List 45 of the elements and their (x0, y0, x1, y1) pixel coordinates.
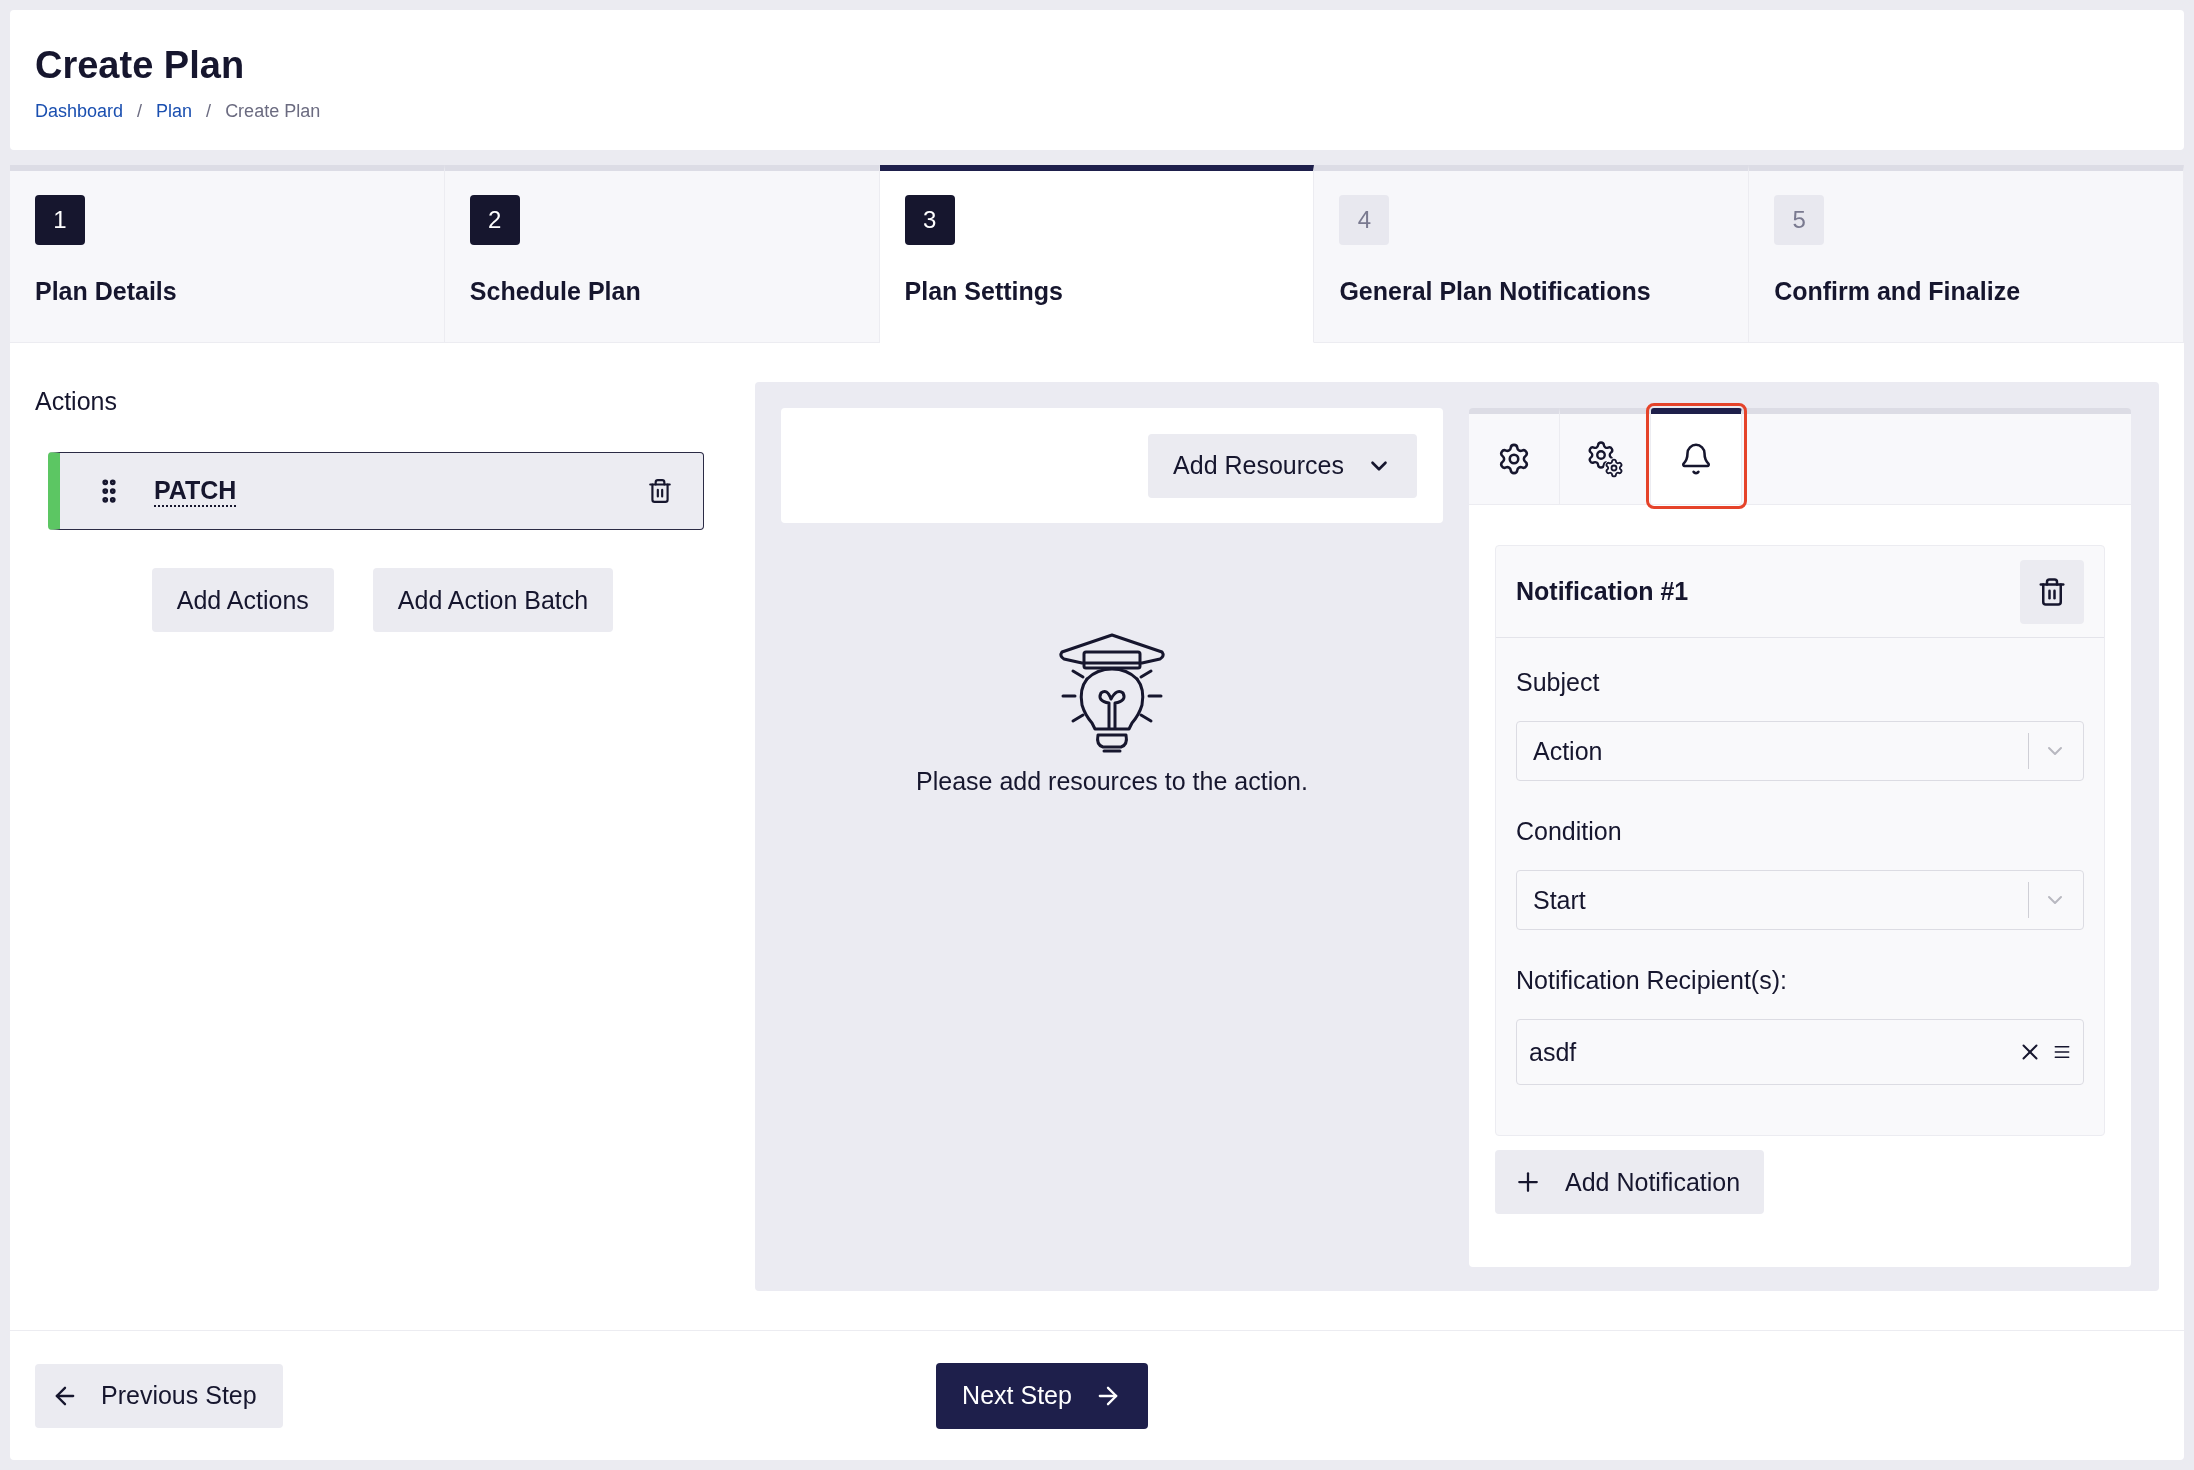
field-label: Notification Recipient(s): (1516, 966, 1788, 995)
breadcrumb-link[interactable]: Dashboard (35, 101, 124, 122)
gears-icon (1586, 440, 1624, 478)
step-label: Plan Settings (904, 277, 1064, 306)
add-button[interactable]: Add Action Batch (372, 568, 614, 632)
notification-title: Notification #1 (1516, 577, 1689, 606)
add-notification-button[interactable]: Add Notification (1495, 1150, 1765, 1214)
step-label: Schedule Plan (469, 277, 642, 306)
field-label: Subject (1516, 668, 1601, 697)
action-card[interactable]: PATCH (48, 452, 704, 530)
field-label: Condition (1516, 817, 1623, 846)
empty-state-message: Please add resources to the action. (916, 767, 1308, 796)
step-number: 3 (904, 195, 955, 245)
step-number: 2 (469, 195, 520, 245)
trash-icon (2037, 576, 2067, 607)
bell-icon (1679, 442, 1713, 476)
action-name: PATCH (154, 475, 237, 507)
next-step-button[interactable]: Next Step (936, 1362, 1148, 1429)
add-button[interactable]: Add Actions (151, 568, 334, 632)
previous-step-button[interactable]: Previous Step (35, 1363, 283, 1428)
add-resources-dropdown[interactable]: Add Resources (1148, 433, 1417, 498)
wizard-step[interactable]: 1 Plan Details (10, 165, 445, 343)
page-title: Create Plan (35, 44, 246, 87)
step-number: 5 (1774, 195, 1825, 245)
breadcrumb-separator: / (137, 101, 143, 122)
delete-button[interactable] (2020, 559, 2084, 624)
step-label: General Plan Notifications (1339, 277, 1652, 306)
wizard-step[interactable]: 4 General Plan Notifications (1314, 165, 1750, 343)
step-label: Confirm and Finalize (1774, 277, 2022, 306)
delete-icon[interactable] (647, 478, 673, 504)
step-label: Plan Details (35, 277, 178, 306)
step-number: 4 (1339, 195, 1390, 245)
recipients-field[interactable]: asdf (1516, 1019, 2084, 1085)
section-title: Actions (35, 387, 118, 416)
select-field[interactable]: Action (1516, 721, 2084, 781)
menu-icon[interactable] (2053, 1043, 2071, 1061)
breadcrumb-link[interactable]: Plan (156, 101, 193, 122)
step-number: 1 (35, 195, 85, 245)
wizard-step[interactable]: 3 Plan Settings (879, 165, 1315, 343)
breadcrumb-separator: / (206, 101, 212, 122)
select-field[interactable]: Start (1516, 870, 2084, 930)
breadcrumb-current-page: Create Plan (225, 101, 321, 122)
settings-icon (1497, 442, 1531, 476)
wizard-step[interactable]: 2 Schedule Plan (444, 165, 880, 343)
wizard-step[interactable]: 5 Confirm and Finalize (1749, 165, 2184, 343)
